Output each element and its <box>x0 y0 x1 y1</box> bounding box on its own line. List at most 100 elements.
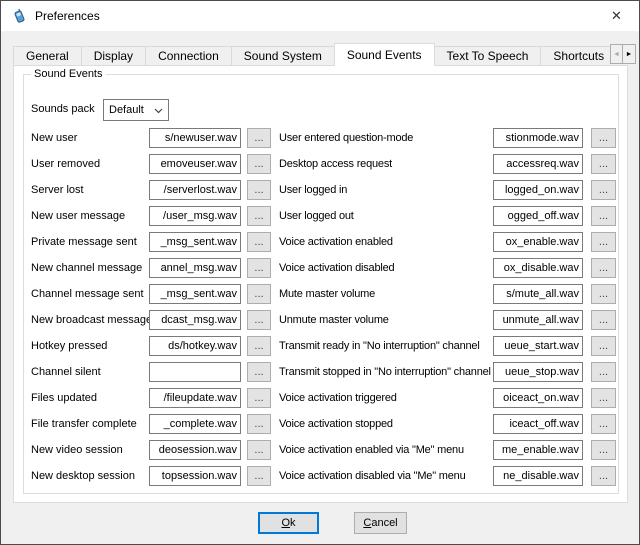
sound-file-input[interactable] <box>149 206 241 226</box>
sound-event-row: Server lost ... <box>31 177 271 203</box>
browse-button[interactable]: ... <box>247 284 271 304</box>
sound-file-input[interactable] <box>149 466 241 486</box>
tab-strip: General Display Connection Sound System … <box>13 43 613 66</box>
sound-file-input[interactable] <box>493 310 583 330</box>
browse-button[interactable]: ... <box>591 128 616 148</box>
browse-button[interactable]: ... <box>247 180 271 200</box>
tab-general[interactable]: General <box>13 46 82 66</box>
sound-event-label: Files updated <box>31 392 149 404</box>
browse-button[interactable]: ... <box>247 258 271 278</box>
sound-event-label: New user message <box>31 210 149 222</box>
sound-event-label: Channel message sent <box>31 288 149 300</box>
sound-file-input[interactable] <box>493 258 583 278</box>
ok-button[interactable]: Ok <box>258 512 319 534</box>
browse-button[interactable]: ... <box>591 258 616 278</box>
tab-connection[interactable]: Connection <box>146 46 232 66</box>
sound-file-input[interactable] <box>493 440 583 460</box>
sound-event-row: Voice activation disabled via "Me" menu … <box>279 463 616 489</box>
sound-event-label: New broadcast message <box>31 314 149 326</box>
browse-button[interactable]: ... <box>591 362 616 382</box>
browse-button[interactable]: ... <box>247 414 271 434</box>
sound-event-row: Desktop access request ... <box>279 151 616 177</box>
sound-file-input[interactable] <box>149 154 241 174</box>
sound-file-input[interactable] <box>149 336 241 356</box>
sound-event-row: New user message ... <box>31 203 271 229</box>
browse-button[interactable]: ... <box>247 362 271 382</box>
sound-file-input[interactable] <box>149 258 241 278</box>
sound-file-input[interactable] <box>493 180 583 200</box>
sound-event-row: User entered question-mode ... <box>279 125 616 151</box>
sound-file-input[interactable] <box>149 414 241 434</box>
tab-display[interactable]: Display <box>82 46 146 66</box>
browse-button[interactable]: ... <box>591 154 616 174</box>
sound-file-input[interactable] <box>493 388 583 408</box>
sound-event-label: Channel silent <box>31 366 149 378</box>
sound-event-label: User removed <box>31 158 149 170</box>
browse-button[interactable]: ... <box>591 180 616 200</box>
sound-file-input[interactable] <box>493 154 583 174</box>
browse-button[interactable]: ... <box>247 206 271 226</box>
sound-event-row: Channel message sent ... <box>31 281 271 307</box>
tab-text-to-speech[interactable]: Text To Speech <box>435 46 542 66</box>
sound-event-row: File transfer complete ... <box>31 411 271 437</box>
browse-button[interactable]: ... <box>247 336 271 356</box>
sound-file-input[interactable] <box>493 206 583 226</box>
tab-sound-events[interactable]: Sound Events <box>334 43 435 66</box>
browse-button[interactable]: ... <box>591 388 616 408</box>
browse-button[interactable]: ... <box>591 466 616 486</box>
cancel-button[interactable]: Cancel <box>354 512 407 534</box>
sound-event-label: Server lost <box>31 184 149 196</box>
preferences-dialog: Preferences ✕ General Display Connection… <box>0 0 640 545</box>
sound-file-input[interactable] <box>149 310 241 330</box>
sound-event-label: New channel message <box>31 262 149 274</box>
sound-event-row: Voice activation enabled via "Me" menu .… <box>279 437 616 463</box>
sound-event-label: Voice activation triggered <box>279 392 493 404</box>
sound-file-input[interactable] <box>149 232 241 252</box>
browse-button[interactable]: ... <box>247 466 271 486</box>
sound-file-input[interactable] <box>493 128 583 148</box>
browse-button[interactable]: ... <box>591 206 616 226</box>
sound-event-row: Mute master volume ... <box>279 281 616 307</box>
sound-file-input[interactable] <box>493 232 583 252</box>
browse-button[interactable]: ... <box>247 440 271 460</box>
browse-button[interactable]: ... <box>591 232 616 252</box>
sound-file-input[interactable] <box>493 362 583 382</box>
browse-button[interactable]: ... <box>247 232 271 252</box>
sound-file-input[interactable] <box>493 414 583 434</box>
tab-sound-system[interactable]: Sound System <box>232 46 335 66</box>
sound-file-input[interactable] <box>149 128 241 148</box>
tab-scroll-left-icon[interactable]: ◄ <box>611 45 623 63</box>
sound-events-column-right: User entered question-mode ... Desktop a… <box>279 125 616 489</box>
sound-event-row: New video session ... <box>31 437 271 463</box>
browse-button[interactable]: ... <box>591 284 616 304</box>
sound-file-input[interactable] <box>493 466 583 486</box>
browse-button[interactable]: ... <box>591 440 616 460</box>
tab-scroll-right-icon[interactable]: ► <box>623 45 635 63</box>
sound-file-input[interactable] <box>149 284 241 304</box>
sound-event-label: Voice activation enabled <box>279 236 493 248</box>
sounds-pack-select[interactable]: Default <box>103 99 169 121</box>
close-button[interactable]: ✕ <box>594 1 639 31</box>
browse-button[interactable]: ... <box>247 310 271 330</box>
browse-button[interactable]: ... <box>591 414 616 434</box>
sound-event-row: User logged in ... <box>279 177 616 203</box>
browse-button[interactable]: ... <box>591 336 616 356</box>
browse-button[interactable]: ... <box>591 310 616 330</box>
sound-event-row: User logged out ... <box>279 203 616 229</box>
browse-button[interactable]: ... <box>247 154 271 174</box>
sound-file-input[interactable] <box>149 362 241 382</box>
sound-file-input[interactable] <box>149 180 241 200</box>
browse-button[interactable]: ... <box>247 128 271 148</box>
sound-event-row: Files updated ... <box>31 385 271 411</box>
sound-file-input[interactable] <box>493 336 583 356</box>
sound-event-row: Transmit stopped in "No interruption" ch… <box>279 359 616 385</box>
sound-file-input[interactable] <box>149 388 241 408</box>
sound-event-label: Voice activation disabled via "Me" menu <box>279 470 493 482</box>
sound-file-input[interactable] <box>149 440 241 460</box>
sound-event-label: User logged in <box>279 184 493 196</box>
sound-file-input[interactable] <box>493 284 583 304</box>
sound-event-label: Transmit ready in "No interruption" chan… <box>279 340 493 352</box>
chevron-down-icon <box>154 108 163 114</box>
browse-button[interactable]: ... <box>247 388 271 408</box>
tab-shortcuts[interactable]: Shortcuts <box>541 46 613 66</box>
